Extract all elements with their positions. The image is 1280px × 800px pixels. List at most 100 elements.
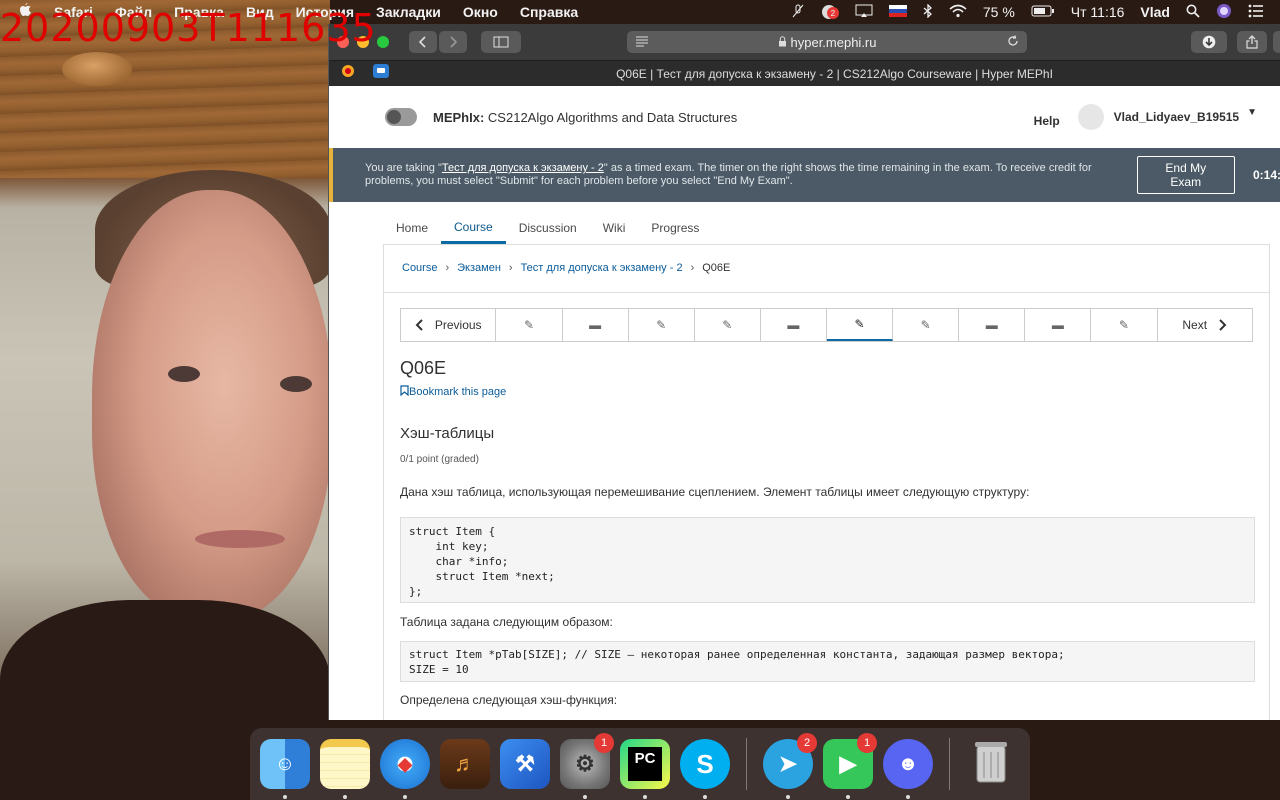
webcam-person-mouth: [195, 530, 285, 548]
tab-course[interactable]: Course: [441, 212, 506, 244]
dock-skype[interactable]: S: [680, 739, 730, 799]
wifi-icon[interactable]: [949, 4, 967, 21]
sequence-navigation: Previous ✎ ▬ ✎ ✎ ▬ ✎ ✎ ▬ ▬ ✎ Next: [400, 308, 1253, 342]
menubar-username[interactable]: Vlad: [1140, 4, 1170, 20]
chevron-left-icon: [418, 36, 426, 48]
battery-percent[interactable]: 75 %: [983, 4, 1015, 20]
mic-muted-icon[interactable]: [791, 4, 805, 21]
site-logo-icon[interactable]: [385, 108, 417, 126]
breadcrumb-test[interactable]: Тест для допуска к экзамену - 2: [521, 262, 683, 274]
user-avatar[interactable]: [1077, 104, 1104, 130]
sidebar-toggle-button[interactable]: [481, 31, 521, 53]
bookmark-button[interactable]: Bookmark this page: [400, 385, 506, 398]
webcam-feed: [0, 0, 330, 800]
pycharm-icon: PC: [628, 747, 662, 781]
sequence-unit-other[interactable]: ▬: [1025, 309, 1092, 341]
active-tab-title[interactable]: Q06E | Тест для допуска к экзамену - 2 |…: [389, 67, 1280, 81]
next-label: Next: [1182, 318, 1208, 332]
guitar-icon: ♬: [454, 751, 476, 776]
dock-xcode[interactable]: ⚒: [500, 739, 550, 789]
menu-help[interactable]: Справка: [520, 4, 578, 20]
sequence-unit-other[interactable]: ▬: [959, 309, 1026, 341]
compass-icon: ◆: [398, 753, 412, 774]
dock-separator: [949, 738, 950, 790]
sequence-unit-problem[interactable]: ✎: [496, 309, 563, 341]
clock[interactable]: Чт 11:16: [1071, 4, 1125, 20]
dock-telegram[interactable]: ➤ 2: [763, 733, 817, 799]
spotlight-search-icon[interactable]: [1186, 4, 1200, 21]
end-my-exam-button[interactable]: End My Exam: [1136, 156, 1235, 194]
keyboard-layout-flag-icon[interactable]: [888, 4, 907, 21]
edit-icon: ✎: [656, 318, 667, 332]
edit-icon: ✎: [854, 317, 865, 331]
problem-paragraph: Дана хэш таблица, использующая перемешив…: [400, 485, 1030, 499]
course-content: Course › Экзамен › Тест для допуска к эк…: [383, 244, 1270, 720]
previous-button[interactable]: Previous: [401, 309, 497, 341]
course-title: CS212Algo Algorithms and Data Structures: [487, 109, 738, 125]
exam-name-link[interactable]: Тест для допуска к экзамену - 2: [442, 162, 604, 174]
url-text: hyper.mephi.ru: [790, 34, 877, 50]
dock-pycharm[interactable]: PC: [620, 739, 670, 799]
dock-garageband[interactable]: ♬: [440, 739, 490, 789]
window-zoom-button[interactable]: [377, 36, 389, 48]
webcam-person-eye-right: [280, 376, 312, 392]
downloads-button[interactable]: [1191, 31, 1227, 53]
breadcrumb-exam[interactable]: Экзамен: [457, 262, 501, 274]
safari-window: hyper.mephi.ru Q06E | Тест для допуска к…: [328, 24, 1280, 720]
address-bar[interactable]: hyper.mephi.ru: [627, 31, 1027, 53]
course-tabs: Home Course Discussion Wiki Progress: [383, 212, 712, 244]
help-link[interactable]: Help: [1034, 114, 1060, 128]
sequence-unit-other[interactable]: ▬: [761, 309, 827, 341]
dock-facetime[interactable]: ▶ 1: [823, 733, 877, 799]
dock-notes[interactable]: [320, 739, 370, 799]
bookmark-label: Bookmark this page: [409, 386, 507, 398]
next-button[interactable]: Next: [1158, 309, 1252, 341]
username-link[interactable]: Vlad_Lidyaev_B19515: [1114, 110, 1239, 124]
exam-notice-start: You are taking ": [365, 162, 442, 174]
edit-icon: ✎: [920, 318, 931, 332]
timed-exam-banner: You are taking "Тест для допуска к экзам…: [329, 148, 1280, 202]
siri-icon[interactable]: [1216, 3, 1232, 22]
sequence-unit-current[interactable]: ✎: [826, 309, 894, 341]
notification-center-icon[interactable]: [1248, 4, 1264, 21]
unit-title: Q06E: [400, 358, 447, 378]
edit-icon: ✎: [523, 318, 534, 332]
dock-system-preferences[interactable]: ⚙ 1: [560, 733, 614, 799]
tab-wiki[interactable]: Wiki: [590, 212, 639, 244]
battery-icon[interactable]: [1031, 4, 1055, 20]
lock-icon: [778, 35, 787, 50]
sequence-unit-problem[interactable]: ✎: [1091, 309, 1158, 341]
reader-view-icon[interactable]: [635, 35, 649, 50]
code-block-struct: struct Item { int key; char *info; struc…: [400, 517, 1255, 603]
sequence-unit-other[interactable]: ▬: [563, 309, 629, 341]
pinned-tab-favicon-icon[interactable]: [341, 64, 355, 83]
dock-finder[interactable]: ☺: [260, 739, 310, 799]
notification-status-icon[interactable]: 2: [821, 4, 839, 20]
new-tab-button[interactable]: [1273, 31, 1280, 53]
tab-progress[interactable]: Progress: [638, 212, 712, 244]
pinned-tab-chat-icon[interactable]: [373, 64, 389, 83]
dock-discord[interactable]: ☻: [883, 739, 933, 799]
sequence-unit-problem[interactable]: ✎: [695, 309, 761, 341]
dock-trash[interactable]: [966, 739, 1016, 789]
back-button[interactable]: [409, 31, 437, 53]
user-menu-caret-icon[interactable]: ▼: [1247, 107, 1257, 118]
notification-badge: 1: [594, 733, 614, 753]
tab-discussion[interactable]: Discussion: [506, 212, 590, 244]
discord-icon: ☻: [897, 752, 919, 775]
dock-safari[interactable]: ◆: [380, 739, 430, 799]
menu-bookmarks[interactable]: Закладки: [376, 4, 441, 20]
gear-icon: ⚙: [575, 751, 595, 776]
menu-window[interactable]: Окно: [463, 4, 498, 20]
sequence-unit-problem[interactable]: ✎: [893, 309, 960, 341]
sequence-unit-problem[interactable]: ✎: [629, 309, 695, 341]
reload-icon[interactable]: [1007, 35, 1019, 50]
webcam-person-face: [92, 190, 330, 620]
bluetooth-icon[interactable]: [923, 2, 933, 21]
share-button[interactable]: [1237, 31, 1267, 53]
forward-button[interactable]: [439, 31, 467, 53]
tab-home[interactable]: Home: [383, 212, 441, 244]
breadcrumb-course[interactable]: Course: [402, 262, 437, 274]
webcam-person-eye-left: [168, 366, 200, 382]
display-mirroring-icon[interactable]: [855, 4, 873, 21]
